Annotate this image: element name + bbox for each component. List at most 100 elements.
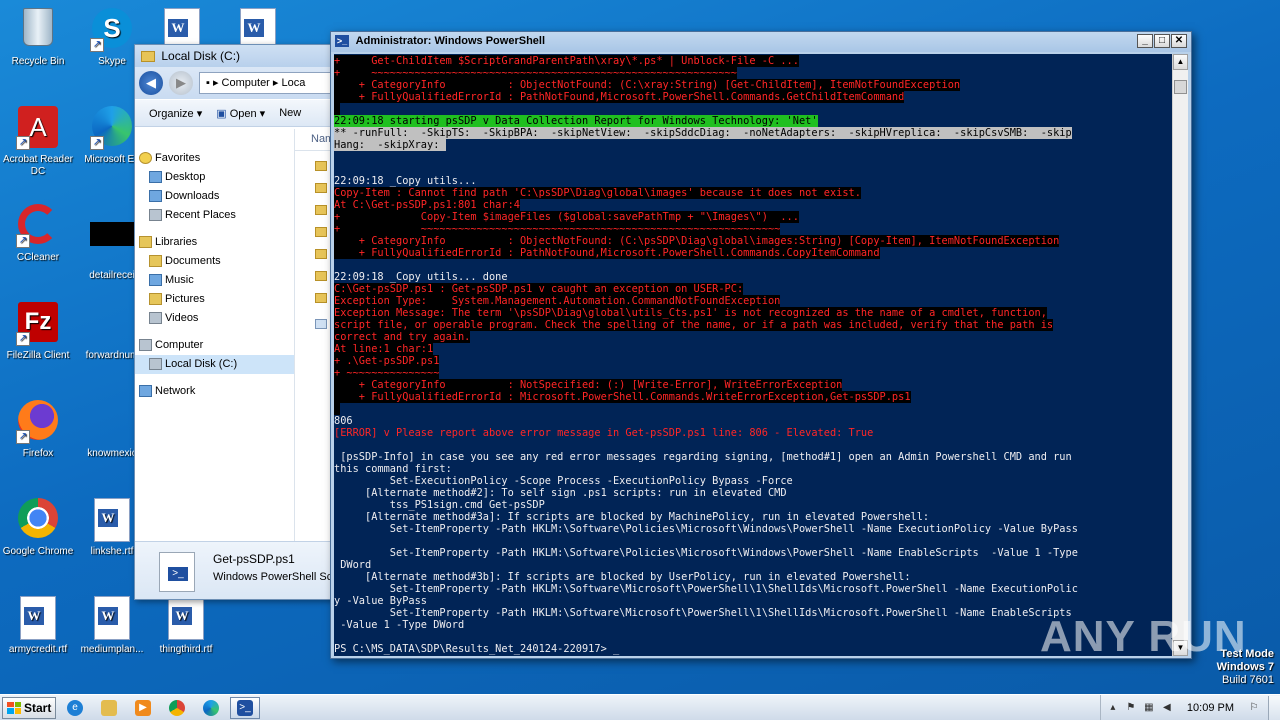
taskbar: Start e ▶ >_ ▴ ⚑ ▦ ◀ 10:09 PM ⚐ <box>0 694 1280 720</box>
folder-icon[interactable] <box>315 205 327 215</box>
desktop-icon-filezilla[interactable]: Fz ↗ FileZilla Client <box>0 302 76 362</box>
console-line: y -Value ByPass <box>334 595 427 607</box>
folder-icon <box>141 51 155 63</box>
console-scrollbar[interactable]: ▲ ▼ <box>1172 54 1188 656</box>
back-button[interactable]: ◀ <box>139 71 163 95</box>
nav-computer[interactable]: Computer <box>135 336 294 355</box>
nav-desktop[interactable]: Desktop <box>135 168 294 187</box>
scroll-thumb[interactable] <box>1174 80 1187 94</box>
console-line: [Alternate method#3a]: If scripts are bl… <box>334 511 930 523</box>
computer-icon: ▪ ▸ <box>206 77 222 89</box>
nav-documents[interactable]: Documents <box>135 252 294 271</box>
volume-icon[interactable]: ◀ <box>1161 702 1173 714</box>
music-icon <box>149 274 162 286</box>
console-line: Copy-Item : Cannot find path 'C:\psSDP\D… <box>334 187 861 199</box>
file-icon[interactable] <box>315 319 327 329</box>
taskbar-media-player[interactable]: ▶ <box>128 697 158 719</box>
console-line <box>334 403 1172 415</box>
folder-icon[interactable] <box>315 249 327 259</box>
videos-icon <box>149 312 162 324</box>
nav-local-disk[interactable]: Local Disk (C:) <box>135 355 294 374</box>
details-file-name: Get-psSDP.ps1 <box>213 552 295 566</box>
details-file-type: Windows PowerShell Scr <box>213 571 336 583</box>
taskbar-ie[interactable]: e <box>60 697 90 719</box>
taskbar-powershell[interactable]: >_ <box>230 696 260 719</box>
console-line: + FullyQualifiedErrorId : PathNotFound,M… <box>334 247 880 259</box>
star-icon <box>139 152 152 164</box>
close-button[interactable]: ✕ <box>1171 34 1187 48</box>
desktop-icon-acrobat[interactable]: A ↗ Acrobat Reader DC <box>0 106 76 178</box>
nav-favorites[interactable]: Favorites <box>135 149 294 168</box>
chrome-icon <box>16 498 60 542</box>
folder-icon[interactable] <box>315 271 327 281</box>
internet-explorer-icon: e <box>67 699 83 716</box>
console-line: + CategoryInfo : ObjectNotFound: (C:\xra… <box>334 79 961 91</box>
edge-icon: ↗ <box>90 106 134 150</box>
test-mode-label: Test Mode Windows 7 Build 7601 <box>1216 648 1274 686</box>
console-line: C:\Get-psSDP.ps1 : Get-psSDP.ps1 v caugh… <box>334 283 744 295</box>
address-segment-local[interactable]: Loca <box>281 77 305 89</box>
new-button[interactable]: New <box>279 107 301 119</box>
console-line: + Copy-Item $imageFiles ($global:savePat… <box>334 211 799 223</box>
folder-icon[interactable] <box>315 293 327 303</box>
nav-videos[interactable]: Videos <box>135 309 294 328</box>
notification-flag-icon[interactable]: ⚐ <box>1248 702 1260 714</box>
powershell-titlebar[interactable]: >_ Administrator: Windows PowerShell _ □… <box>331 32 1191 52</box>
open-button[interactable]: ▣ Open ▾ <box>216 107 265 120</box>
console-line: + ~~~~~~~~~~~~~~~~~~~~~~~~~~~~~~~~~~~~~~… <box>334 67 737 79</box>
explorer-title: Local Disk (C:) <box>161 49 241 63</box>
powershell-script-icon: >_ <box>159 552 195 592</box>
console-line: 806 <box>334 415 353 427</box>
show-desktop-button[interactable] <box>1268 695 1280 720</box>
powershell-window[interactable]: >_ Administrator: Windows PowerShell _ □… <box>330 31 1192 659</box>
console-line: ** -runFull: -SkipTS: -SkipBPA: -skipNet… <box>334 127 1072 139</box>
desktop-icon-thingthird[interactable]: W thingthird.rtf <box>148 596 224 656</box>
nav-pictures[interactable]: Pictures <box>135 290 294 309</box>
folder-icon[interactable] <box>315 183 327 193</box>
folder-icon[interactable] <box>315 227 327 237</box>
folder-icon[interactable] <box>315 161 327 171</box>
console-line: 22:09:18 _Copy utils... done <box>334 271 508 283</box>
minimize-button[interactable]: _ <box>1137 34 1153 48</box>
maximize-button[interactable]: □ <box>1154 34 1170 48</box>
desktop-icon-chrome[interactable]: Google Chrome <box>0 498 76 558</box>
recycle-bin-icon <box>16 8 60 52</box>
nav-music[interactable]: Music <box>135 271 294 290</box>
media-player-icon: ▶ <box>135 699 151 716</box>
console-line: + ~~~~~~~~~~~~~~~ <box>334 367 440 379</box>
nav-libraries[interactable]: Libraries <box>135 233 294 252</box>
edge-icon <box>203 699 219 716</box>
network-icon[interactable]: ▦ <box>1143 702 1155 714</box>
desktop-icon-firefox[interactable]: ↗ Firefox <box>0 400 76 460</box>
console-line: + FullyQualifiedErrorId : Microsoft.Powe… <box>334 391 911 403</box>
drive-icon <box>149 358 162 370</box>
powershell-title: Administrator: Windows PowerShell <box>355 35 546 47</box>
start-button[interactable]: Start <box>2 696 56 719</box>
nav-network[interactable]: Network <box>135 382 294 401</box>
nav-downloads[interactable]: Downloads <box>135 187 294 206</box>
desktop-icon-recycle-bin[interactable]: Recycle Bin <box>0 8 76 68</box>
organize-button[interactable]: Organize ▾ <box>149 107 202 120</box>
taskbar-chrome[interactable] <box>162 697 192 719</box>
address-segment-computer[interactable]: Computer <box>222 77 270 89</box>
scroll-up-button[interactable]: ▲ <box>1173 54 1188 70</box>
navigation-pane: Favorites Desktop Downloads Recent Place… <box>135 129 295 599</box>
action-center-flag-icon[interactable]: ⚑ <box>1125 702 1137 714</box>
desktop-icon-ccleaner[interactable]: ↗ CCleaner <box>0 204 76 264</box>
show-hidden-icons-icon[interactable]: ▴ <box>1107 702 1119 714</box>
taskbar-explorer[interactable] <box>94 697 124 719</box>
console-line: Exception Message: The term '\psSDP\Diag… <box>334 307 1047 319</box>
windows-logo-icon <box>7 701 21 714</box>
console-line: + CategoryInfo : NotSpecified: (:) [Writ… <box>334 379 843 391</box>
console-line <box>334 103 1172 115</box>
forward-button[interactable]: ▶ <box>169 71 193 95</box>
nav-recent-places[interactable]: Recent Places <box>135 206 294 225</box>
console-output[interactable]: + Get-ChildItem $ScriptGrandParentPath\x… <box>334 54 1172 656</box>
downloads-icon <box>149 190 162 202</box>
network-icon <box>139 385 152 397</box>
desktop-icon-mediumplan[interactable]: W mediumplan... <box>74 596 150 656</box>
clock[interactable]: 10:09 PM <box>1187 702 1234 714</box>
documents-icon <box>149 255 162 267</box>
desktop-icon-armycredit[interactable]: W armycredit.rtf <box>0 596 76 656</box>
taskbar-edge[interactable] <box>196 697 226 719</box>
